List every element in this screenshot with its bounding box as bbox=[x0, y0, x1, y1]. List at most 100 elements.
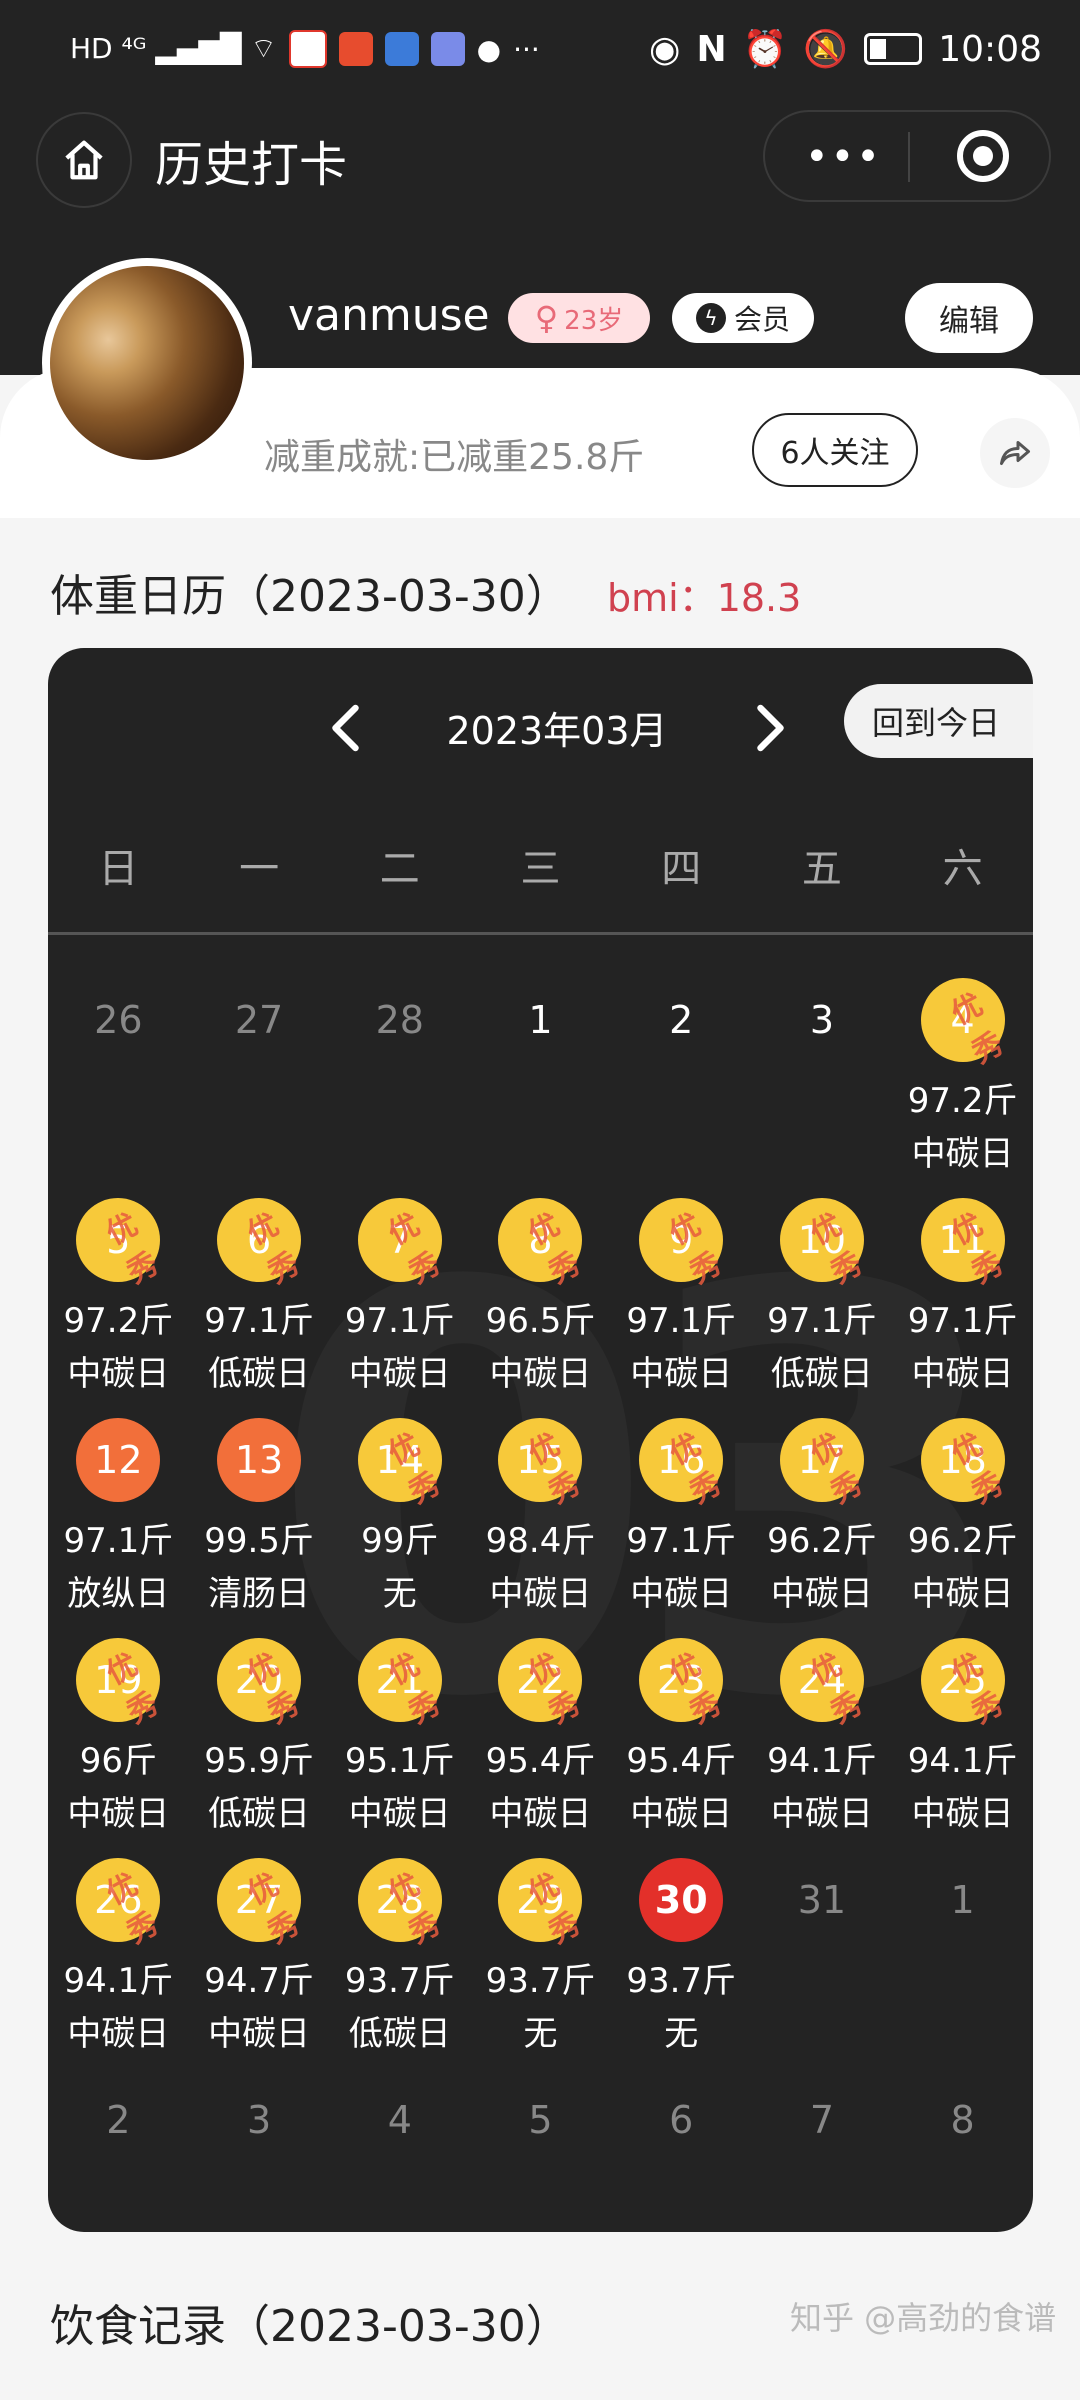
vip-badge[interactable]: ϟ 会员 bbox=[672, 293, 814, 343]
calendar-day-cell[interactable]: 20 优秀 95.9斤 低碳日 bbox=[189, 1638, 330, 1858]
day-number: 7 优秀 bbox=[357, 1198, 446, 1291]
calendar-day-cell[interactable]: 3 bbox=[189, 2078, 330, 2228]
calendar-day-cell[interactable]: 24 优秀 94.1斤 中碳日 bbox=[752, 1638, 893, 1858]
day-number: 11 优秀 bbox=[920, 1198, 1009, 1291]
calendar-day-cell[interactable]: 8 优秀 96.5斤 中碳日 bbox=[470, 1198, 611, 1418]
calendar-day-cell[interactable]: 11 优秀 97.1斤 中碳日 bbox=[892, 1198, 1033, 1418]
calendar-day-cell[interactable]: 29 优秀 93.7斤无 bbox=[470, 1858, 611, 2078]
excellent-stamp: 优秀 bbox=[664, 1427, 728, 1512]
excellent-stamp: 优秀 bbox=[945, 1207, 1010, 1292]
day-number: 6 优秀 bbox=[217, 1198, 305, 1291]
mute-icon: 🔕 bbox=[803, 29, 849, 70]
clock-time: 10:08 bbox=[938, 28, 1042, 70]
excellent-stamp: 优秀 bbox=[523, 1647, 587, 1732]
calendar-day-cell[interactable]: 4 bbox=[329, 2078, 470, 2228]
prev-month-chevron-left-icon[interactable] bbox=[318, 698, 378, 758]
calendar-day-cell[interactable]: 7 bbox=[752, 2078, 893, 2228]
weekday-label: 日 bbox=[98, 846, 139, 892]
day-number: 4 bbox=[358, 2078, 442, 2162]
weekday-label: 四 bbox=[661, 846, 702, 892]
day-number: 14 优秀 bbox=[357, 1418, 446, 1511]
weekday-label: 一 bbox=[239, 846, 280, 892]
back-to-today-button[interactable]: 回到今日 bbox=[844, 684, 1033, 758]
weekday-label: 五 bbox=[801, 846, 842, 892]
excellent-stamp: 优秀 bbox=[241, 1647, 306, 1732]
day-number: 18 优秀 bbox=[920, 1418, 1009, 1511]
excellent-stamp: 优秀 bbox=[945, 987, 1010, 1072]
day-carb-type: 中碳日 bbox=[911, 1134, 1014, 1174]
avatar[interactable] bbox=[42, 258, 252, 468]
calendar-day-cell[interactable]: 26 优秀 94.1斤 中碳日 bbox=[48, 1858, 189, 2078]
calendar-day-cell[interactable]: 28 优秀 93.7斤 低碳日 bbox=[329, 1858, 470, 2078]
calendar-day-cell[interactable]: 31 bbox=[752, 1858, 893, 2078]
calendar-day-cell[interactable]: 8 bbox=[892, 2078, 1033, 2228]
calendar-day-cell[interactable]: 19 优秀 96斤 中碳日 bbox=[48, 1638, 189, 1858]
calendar-day-cell[interactable]: 9 优秀 97.1斤 中碳日 bbox=[611, 1198, 752, 1418]
calendar-day-cell[interactable]: 16 优秀 97.1斤 中碳日 bbox=[611, 1418, 752, 1638]
calendar-day-cell[interactable]: 23 优秀 95.4斤 中碳日 bbox=[611, 1638, 752, 1858]
avatar-image bbox=[50, 266, 244, 460]
day-carb-type: 中碳日 bbox=[67, 1794, 170, 1834]
network-indicators: HD ⁴ᴳ ▂▄▆█ ⌔ bbox=[70, 31, 277, 65]
weekday-label: 三 bbox=[520, 846, 561, 892]
day-weight: 97.1斤 bbox=[626, 1301, 737, 1341]
calendar-day-cell[interactable]: 30 93.7斤无 bbox=[611, 1858, 752, 2078]
calendar-day-cell[interactable]: 27 bbox=[189, 978, 330, 1198]
calendar-day-cell[interactable]: 12 97.1斤 放纵日 bbox=[48, 1418, 189, 1638]
day-carb-type: 中碳日 bbox=[348, 1794, 451, 1834]
day-number-text: 26 bbox=[94, 998, 143, 1042]
calendar-day-cell[interactable]: 25 优秀 94.1斤 中碳日 bbox=[892, 1638, 1033, 1858]
calendar-day-cell[interactable]: 28 bbox=[329, 978, 470, 1198]
day-number-text: 13 bbox=[234, 1438, 284, 1482]
calendar-day-cell[interactable]: 17 优秀 96.2斤 中碳日 bbox=[752, 1418, 893, 1638]
day-weight: 98.4斤 bbox=[485, 1521, 596, 1561]
excellent-stamp: 优秀 bbox=[523, 1207, 587, 1292]
calendar-day-cell[interactable]: 10 优秀 97.1斤 低碳日 bbox=[752, 1198, 893, 1418]
calendar-day-cell[interactable]: 2 bbox=[611, 978, 752, 1198]
calendar-day-cell[interactable]: 6 优秀 97.1斤 低碳日 bbox=[189, 1198, 330, 1418]
day-number: 3 bbox=[217, 2078, 301, 2162]
calendar-day-cell[interactable]: 26 bbox=[48, 978, 189, 1198]
share-button[interactable] bbox=[980, 418, 1050, 488]
current-month: 2023年03月 bbox=[446, 709, 668, 753]
calendar-day-cell[interactable]: 3 bbox=[752, 978, 893, 1198]
calendar-grid: 26 27 28 1 2 3 4 优秀 97.2斤 中碳日 5 优秀 97.2斤 中碳日 6 优秀 97.1斤低… bbox=[48, 978, 1033, 2228]
calendar-day-cell[interactable]: 1 bbox=[892, 1858, 1033, 2078]
day-number-text: 27 bbox=[234, 998, 284, 1042]
day-weight: 95.9斤 bbox=[204, 1741, 314, 1781]
home-button[interactable] bbox=[36, 112, 132, 208]
calendar-day-cell[interactable]: 2 bbox=[48, 2078, 189, 2228]
calendar-day-cell[interactable]: 14 优秀 99斤无 bbox=[329, 1418, 470, 1638]
day-weight: 97.1斤 bbox=[204, 1301, 314, 1341]
follow-count-button[interactable]: 6人关注 bbox=[752, 413, 918, 487]
calendar-day-cell[interactable]: 18 优秀 96.2斤 中碳日 bbox=[892, 1418, 1033, 1638]
calendar-day-cell[interactable]: 27 优秀 94.7斤 中碳日 bbox=[189, 1858, 330, 2078]
day-weight: 96斤 bbox=[79, 1741, 157, 1781]
day-weight: 99斤 bbox=[361, 1521, 439, 1561]
close-miniprogram-button[interactable] bbox=[957, 130, 1009, 182]
vip-label: 会员 bbox=[733, 303, 790, 336]
day-weight: 97.2斤 bbox=[63, 1301, 174, 1341]
next-month-chevron-right-icon[interactable] bbox=[738, 698, 798, 758]
calendar-day-cell[interactable]: 1 bbox=[470, 978, 611, 1198]
day-number: 15 优秀 bbox=[498, 1418, 587, 1511]
day-number: 23 优秀 bbox=[639, 1638, 728, 1731]
day-number: 2 bbox=[76, 2078, 160, 2162]
calendar-day-cell[interactable]: 4 优秀 97.2斤 中碳日 bbox=[892, 978, 1033, 1198]
edit-button[interactable]: 编辑 bbox=[905, 283, 1033, 353]
day-weight: 96.2斤 bbox=[907, 1521, 1018, 1561]
day-number: 30 bbox=[639, 1858, 724, 1942]
day-weight: 97.1斤 bbox=[907, 1301, 1018, 1341]
calendar-day-cell[interactable]: 5 优秀 97.2斤 中碳日 bbox=[48, 1198, 189, 1418]
calendar-day-cell[interactable]: 6 bbox=[611, 2078, 752, 2228]
excellent-stamp: 优秀 bbox=[241, 1867, 306, 1952]
day-number: 2 bbox=[639, 978, 723, 1062]
calendar-day-cell[interactable]: 15 优秀 98.4斤 中碳日 bbox=[470, 1418, 611, 1638]
calendar-day-cell[interactable]: 13 99.5斤 清肠日 bbox=[189, 1418, 330, 1638]
status-left-icons: HD ⁴ᴳ ▂▄▆█ ⌔ ● ··· bbox=[70, 30, 540, 68]
calendar-day-cell[interactable]: 21 优秀 95.1斤 中碳日 bbox=[329, 1638, 470, 1858]
calendar-day-cell[interactable]: 7 优秀 97.1斤 中碳日 bbox=[329, 1198, 470, 1418]
calendar-day-cell[interactable]: 5 bbox=[470, 2078, 611, 2228]
calendar-day-cell[interactable]: 22 优秀 95.4斤 中碳日 bbox=[470, 1638, 611, 1858]
more-button[interactable]: ••• bbox=[805, 137, 882, 177]
